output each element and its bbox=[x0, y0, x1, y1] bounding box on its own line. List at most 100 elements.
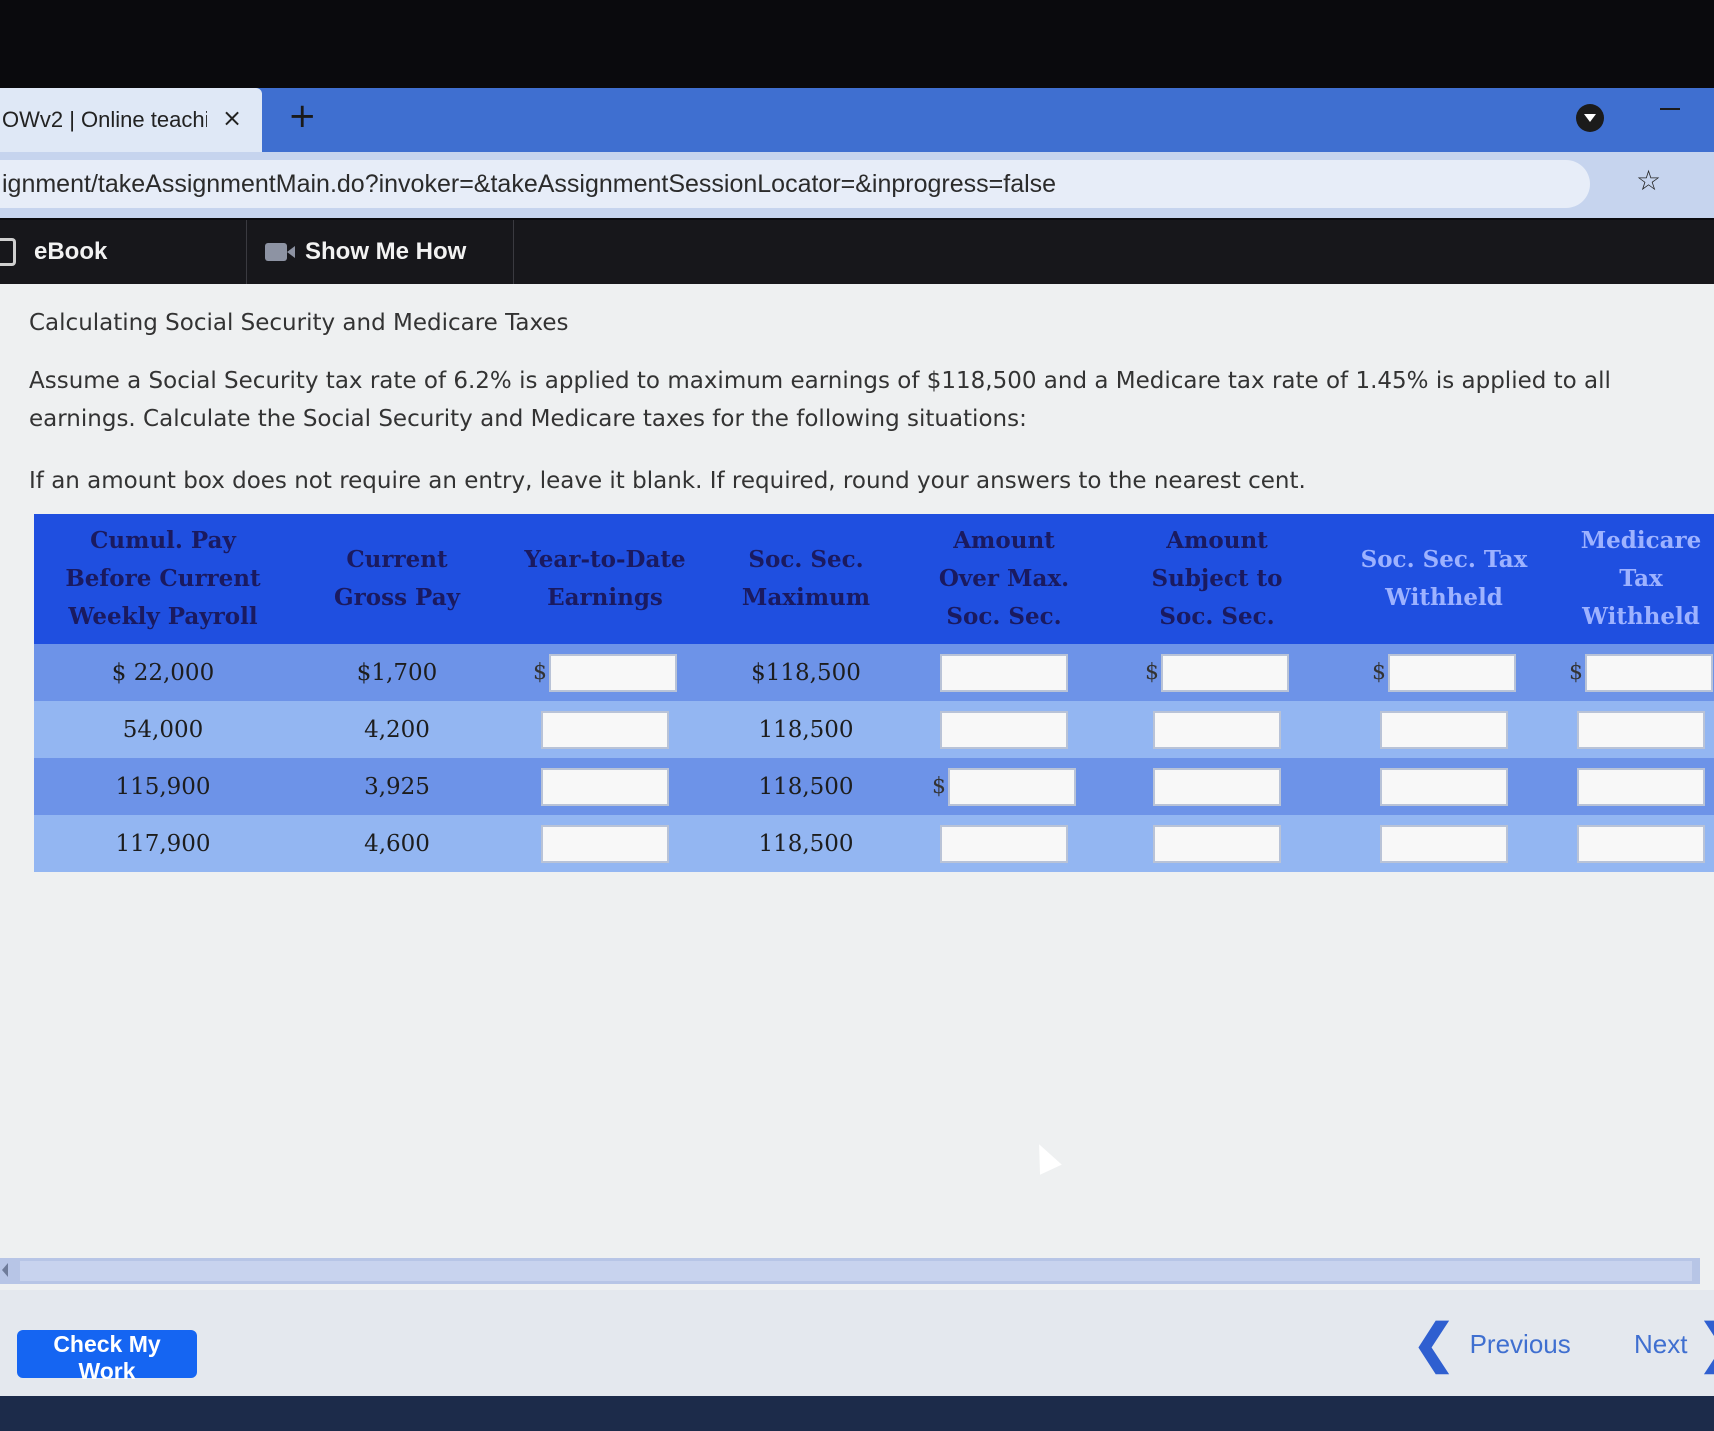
ebook-label: eBook bbox=[34, 238, 108, 265]
medicare-tax-cell: $ bbox=[1558, 644, 1714, 701]
url-text: ignment/takeAssignmentMain.do?invoker=&t… bbox=[2, 169, 1057, 198]
subject-cell bbox=[1104, 758, 1330, 815]
soc-sec-max-cell: $118,500 bbox=[708, 644, 904, 701]
ytd-cell: $ bbox=[502, 644, 708, 701]
problem-title: Calculating Social Security and Medicare… bbox=[29, 310, 569, 336]
soc-sec-tax-cell bbox=[1330, 758, 1558, 815]
subject-to-soc-sec-input[interactable] bbox=[1153, 824, 1281, 863]
header-amount-subject: Amount Subject to Soc. Sec. bbox=[1104, 514, 1330, 644]
over-max-cell bbox=[904, 815, 1104, 872]
over-max-cell: $ bbox=[904, 758, 1104, 815]
tab-search-icon[interactable] bbox=[1576, 104, 1604, 132]
cumul-pay-cell: $ 22,000 bbox=[34, 644, 292, 701]
new-tab-icon[interactable]: + bbox=[288, 96, 317, 136]
problem-instruction: Assume a Social Security tax rate of 6.2… bbox=[29, 368, 1611, 432]
show-me-how-label: Show Me How bbox=[305, 238, 467, 265]
close-tab-icon[interactable]: × bbox=[222, 104, 242, 132]
soc-sec-max-cell: 118,500 bbox=[708, 815, 904, 872]
bookmark-star-icon[interactable]: ☆ bbox=[1636, 164, 1661, 197]
payroll-table: Cumul. Pay Before Current Weekly Payroll… bbox=[34, 514, 1714, 872]
subject-cell bbox=[1104, 701, 1330, 758]
previous-label: Previous bbox=[1469, 1328, 1571, 1359]
header-cumul-pay: Cumul. Pay Before Current Weekly Payroll bbox=[34, 514, 292, 644]
subject-cell bbox=[1104, 815, 1330, 872]
url-field[interactable]: ignment/takeAssignmentMain.do?invoker=&t… bbox=[0, 160, 1590, 208]
ytd-cell bbox=[502, 815, 708, 872]
table-row: 117,900 4,600 118,500 bbox=[34, 815, 1714, 872]
ytd-earnings-input[interactable] bbox=[541, 767, 669, 806]
cumul-pay-cell: 115,900 bbox=[34, 758, 292, 815]
screen-bezel bbox=[0, 0, 1714, 88]
dollar-sign: $ bbox=[533, 660, 547, 685]
over-max-cell bbox=[904, 644, 1104, 701]
check-my-work-button[interactable]: Check My Work bbox=[17, 1330, 197, 1384]
header-medicare-tax: Medicare Tax Withheld bbox=[1558, 514, 1714, 644]
header-current-gross: Current Gross Pay bbox=[292, 514, 502, 644]
medicare-tax-input[interactable] bbox=[1585, 653, 1713, 692]
soc-sec-tax-input[interactable] bbox=[1380, 767, 1508, 806]
video-camera-icon bbox=[265, 243, 295, 261]
over-max-input[interactable] bbox=[940, 824, 1068, 863]
ytd-earnings-input[interactable] bbox=[549, 653, 677, 692]
next-button[interactable]: Next ❯ bbox=[1634, 1318, 1714, 1370]
table-header-row: Cumul. Pay Before Current Weekly Payroll… bbox=[34, 514, 1714, 644]
tab-bar: OWv2 | Online teachin × bbox=[0, 88, 1714, 152]
soc-sec-tax-cell: $ bbox=[1330, 644, 1558, 701]
cumul-pay-cell: 117,900 bbox=[34, 815, 292, 872]
table-row: 115,900 3,925 118,500 $ bbox=[34, 758, 1714, 815]
book-icon bbox=[0, 238, 16, 266]
ebook-button[interactable]: eBook bbox=[0, 220, 247, 284]
chevron-right-icon: ❯ bbox=[1697, 1318, 1714, 1370]
over-max-input[interactable] bbox=[940, 653, 1068, 692]
subject-to-soc-sec-input[interactable] bbox=[1161, 653, 1289, 692]
chevron-left-icon: ❮ bbox=[1412, 1315, 1456, 1373]
subject-cell: $ bbox=[1104, 644, 1330, 701]
next-label: Next bbox=[1634, 1328, 1688, 1359]
problem-note: If an amount box does not require an ent… bbox=[29, 468, 1306, 494]
browser-tab[interactable]: OWv2 | Online teachin × bbox=[0, 88, 262, 152]
header-soc-sec-tax: Soc. Sec. Tax Withheld bbox=[1330, 514, 1558, 644]
soc-sec-max-cell: 118,500 bbox=[708, 758, 904, 815]
soc-sec-tax-cell bbox=[1330, 815, 1558, 872]
medicare-tax-cell bbox=[1558, 701, 1714, 758]
header-amount-over-max: Amount Over Max. Soc. Sec. bbox=[904, 514, 1104, 644]
dollar-sign: $ bbox=[1145, 660, 1159, 685]
table-row: 54,000 4,200 118,500 bbox=[34, 701, 1714, 758]
over-max-input[interactable] bbox=[948, 767, 1076, 806]
soc-sec-tax-cell bbox=[1330, 701, 1558, 758]
medicare-tax-cell bbox=[1558, 815, 1714, 872]
screen-bottom-edge bbox=[0, 1396, 1714, 1431]
scrollbar-thumb[interactable] bbox=[20, 1261, 1692, 1281]
header-soc-sec-max: Soc. Sec. Maximum bbox=[708, 514, 904, 644]
ytd-earnings-input[interactable] bbox=[541, 824, 669, 863]
medicare-tax-input[interactable] bbox=[1577, 710, 1705, 749]
show-me-how-button[interactable]: Show Me How bbox=[247, 220, 514, 284]
medicare-tax-cell bbox=[1558, 758, 1714, 815]
over-max-cell bbox=[904, 701, 1104, 758]
soc-sec-tax-input[interactable] bbox=[1388, 653, 1516, 692]
ytd-cell bbox=[502, 701, 708, 758]
minimize-icon[interactable] bbox=[1660, 108, 1680, 110]
cumul-pay-cell: 54,000 bbox=[34, 701, 292, 758]
dollar-sign: $ bbox=[1569, 660, 1583, 685]
soc-sec-tax-input[interactable] bbox=[1380, 710, 1508, 749]
gross-pay-cell: 4,600 bbox=[292, 815, 502, 872]
previous-button[interactable]: ❮ Previous bbox=[1412, 1318, 1571, 1370]
table-row: $ 22,000 $1,700 $ $118,500 $ $ $ bbox=[34, 644, 1714, 701]
dollar-sign: $ bbox=[932, 774, 946, 799]
ytd-earnings-input[interactable] bbox=[541, 710, 669, 749]
soc-sec-tax-input[interactable] bbox=[1380, 824, 1508, 863]
gross-pay-cell: 4,200 bbox=[292, 701, 502, 758]
dollar-sign: $ bbox=[1372, 660, 1386, 685]
over-max-input[interactable] bbox=[940, 710, 1068, 749]
subject-to-soc-sec-input[interactable] bbox=[1153, 710, 1281, 749]
medicare-tax-input[interactable] bbox=[1577, 824, 1705, 863]
gross-pay-cell: 3,925 bbox=[292, 758, 502, 815]
gross-pay-cell: $1,700 bbox=[292, 644, 502, 701]
subject-to-soc-sec-input[interactable] bbox=[1153, 767, 1281, 806]
header-ytd-earnings: Year-to-Date Earnings bbox=[502, 514, 708, 644]
ytd-cell bbox=[502, 758, 708, 815]
scroll-left-arrow-icon[interactable] bbox=[2, 1263, 8, 1277]
medicare-tax-input[interactable] bbox=[1577, 767, 1705, 806]
soc-sec-max-cell: 118,500 bbox=[708, 701, 904, 758]
